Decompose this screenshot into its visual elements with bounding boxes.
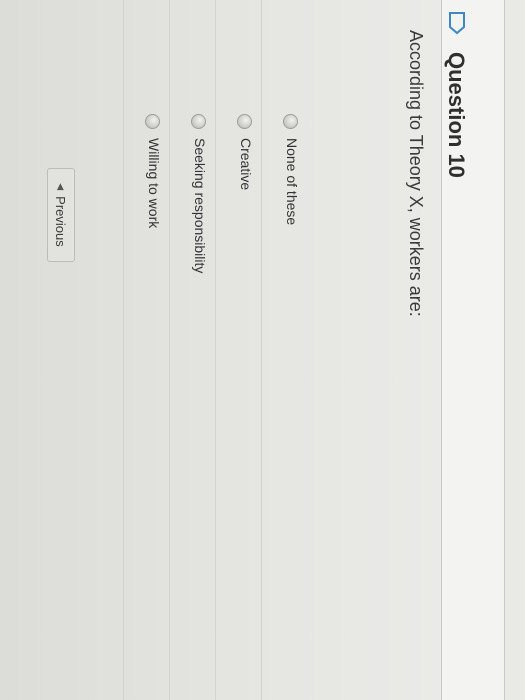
answer-option-seeking-responsibility[interactable]: Seeking responsibility [169, 0, 215, 700]
quiz-page: Question 10 According to Theory X, worke… [0, 0, 525, 700]
previous-button-label: Previous [53, 196, 69, 247]
answer-option-creative[interactable]: Creative [215, 0, 261, 700]
radio-button-icon[interactable] [145, 114, 160, 129]
question-header: Question 10 [441, 0, 504, 700]
radio-button-icon[interactable] [237, 114, 252, 129]
previous-button[interactable]: ◀ Previous [47, 168, 75, 262]
top-strip [502, 0, 525, 700]
answer-option-none-of-these[interactable]: None of these [261, 0, 307, 700]
answer-label[interactable]: Seeking responsibility [192, 138, 208, 273]
answer-label[interactable]: None of these [284, 138, 300, 225]
radio-button-icon[interactable] [191, 114, 206, 129]
answer-label[interactable]: Creative [238, 138, 254, 190]
answer-list: None of these Creative Seeking responsib… [123, 0, 307, 700]
radio-button-icon[interactable] [283, 114, 298, 129]
answer-label[interactable]: Willing to work [146, 138, 162, 228]
question-card: Question 10 According to Theory X, worke… [354, 0, 505, 700]
answer-option-willing-to-work[interactable]: Willing to work [123, 0, 169, 700]
bookmark-flag-icon[interactable] [448, 11, 466, 35]
question-title: Question 10 [444, 52, 469, 178]
triangle-left-icon: ◀ [56, 183, 67, 191]
question-prompt: According to Theory X, workers are: [406, 30, 426, 317]
